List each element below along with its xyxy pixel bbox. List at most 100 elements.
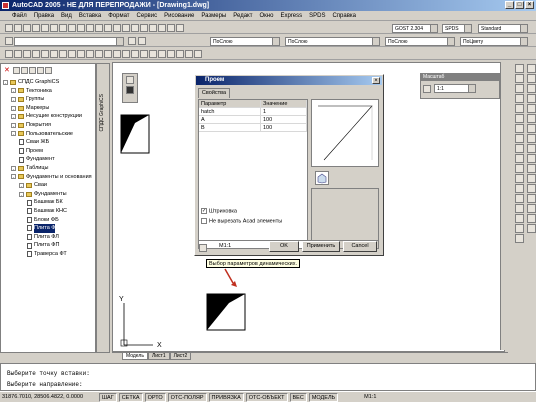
- polygon-icon[interactable]: [515, 94, 524, 103]
- zoom-prev-icon[interactable]: [139, 24, 148, 32]
- print-icon[interactable]: [31, 24, 40, 32]
- expand-icon[interactable]: -: [11, 165, 16, 171]
- revcloud-icon[interactable]: [515, 134, 524, 143]
- cut-icon[interactable]: [58, 24, 67, 32]
- status-toggle[interactable]: ОТС-ОБЪЕКТ: [245, 392, 288, 402]
- tool-13-icon[interactable]: [112, 50, 121, 58]
- tree-item[interactable]: - Фундаменты: [3, 190, 95, 199]
- line-icon[interactable]: [515, 64, 524, 73]
- block-icon[interactable]: [515, 184, 524, 193]
- tree-item[interactable]: Траверса ФТ: [3, 250, 95, 259]
- extend-icon[interactable]: [527, 164, 536, 173]
- apply-button[interactable]: Применить: [302, 241, 340, 252]
- menu-item-8[interactable]: Редакт: [233, 13, 252, 19]
- expand-icon[interactable]: -: [19, 182, 24, 188]
- value-cell[interactable]: 100: [261, 124, 307, 131]
- tool-6-icon[interactable]: [49, 50, 58, 58]
- status-toggle[interactable]: ВЕС: [289, 392, 307, 402]
- tree-item[interactable]: Плита Ф: [3, 224, 95, 233]
- tool-20-icon[interactable]: [175, 50, 184, 58]
- offset-icon[interactable]: [527, 94, 536, 103]
- tree-item[interactable]: - Фундаменты и основания: [3, 173, 95, 182]
- mirror-icon[interactable]: [527, 84, 536, 93]
- tree-item[interactable]: Плита ФЛ: [3, 233, 95, 242]
- tree-item[interactable]: Фундамент: [3, 155, 95, 164]
- tool-3-icon[interactable]: [22, 50, 31, 58]
- menu-item-1[interactable]: Правка: [34, 13, 54, 19]
- tab-sheet1[interactable]: Лист1: [147, 352, 170, 360]
- expand-icon[interactable]: -: [11, 96, 16, 102]
- tool-9-icon[interactable]: [76, 50, 85, 58]
- palette-tool-1-icon[interactable]: [13, 67, 20, 74]
- color-select[interactable]: ПоСлою: [210, 37, 280, 46]
- tree-item[interactable]: - Несущие конструкции: [3, 112, 95, 121]
- tree-item[interactable]: - Маркеры: [3, 104, 95, 113]
- nocut-checkbox[interactable]: [201, 218, 207, 224]
- tool-1-icon[interactable]: [4, 50, 13, 58]
- status-toggle[interactable]: ОТС-ПОЛЯР: [167, 392, 207, 402]
- zoom-scale-icon[interactable]: [209, 244, 217, 252]
- grid-row[interactable]: A 100: [199, 116, 307, 124]
- array-icon[interactable]: [527, 104, 536, 113]
- undo-icon[interactable]: [94, 24, 103, 32]
- menu-item-0[interactable]: Файл: [12, 13, 27, 19]
- paste-icon[interactable]: [76, 24, 85, 32]
- dialog-close-button[interactable]: ×: [372, 77, 380, 84]
- open-icon[interactable]: [13, 24, 22, 32]
- menu-item-7[interactable]: Размеры: [201, 13, 226, 19]
- hatch-checkbox[interactable]: ✓: [201, 208, 207, 214]
- tool-2-icon[interactable]: [13, 50, 22, 58]
- linetype-select[interactable]: ПоСлою: [285, 37, 380, 46]
- lineweight-select[interactable]: ПоСлою: [385, 37, 455, 46]
- zoom-window-icon[interactable]: [130, 24, 139, 32]
- tree-item[interactable]: - Покрытия: [3, 121, 95, 130]
- dimstyle-select[interactable]: GOST 2.304: [392, 24, 438, 33]
- scale-icon[interactable]: [527, 134, 536, 143]
- xline-icon[interactable]: [515, 74, 524, 83]
- palette-tool-3-icon[interactable]: [29, 67, 36, 74]
- tool-22-icon[interactable]: [193, 50, 202, 58]
- arc-icon[interactable]: [515, 114, 524, 123]
- palette-tool-5-icon[interactable]: [45, 67, 52, 74]
- expand-icon[interactable]: -: [11, 88, 16, 94]
- expand-icon[interactable]: -: [19, 191, 24, 197]
- ellipse-icon[interactable]: [515, 154, 524, 163]
- palette-tool-2-icon[interactable]: [21, 67, 28, 74]
- palette-close-icon[interactable]: ✕: [4, 66, 10, 74]
- tool-5-icon[interactable]: [40, 50, 49, 58]
- redo-icon[interactable]: [103, 24, 112, 32]
- tree-item[interactable]: Плита ФП: [3, 241, 95, 250]
- copy-icon[interactable]: [527, 74, 536, 83]
- tool-palette-icon[interactable]: [166, 24, 175, 32]
- status-toggle[interactable]: ОРТО: [144, 392, 166, 402]
- tool-4-icon[interactable]: [31, 50, 40, 58]
- plotstyle-select[interactable]: ПоЦвету: [460, 37, 528, 46]
- tree-item[interactable]: - СПДС GraphiCS: [3, 78, 95, 87]
- tool-12-icon[interactable]: [103, 50, 112, 58]
- masshtab-icon[interactable]: [423, 85, 431, 93]
- match-icon[interactable]: [85, 24, 94, 32]
- circle-icon[interactable]: [515, 124, 524, 133]
- floating-tool-1-icon[interactable]: [126, 76, 134, 84]
- help-icon[interactable]: [199, 244, 207, 252]
- tab-properties[interactable]: Свойства: [198, 88, 230, 98]
- menu-item-5[interactable]: Сервис: [137, 13, 158, 19]
- menu-item-3[interactable]: Вставка: [79, 13, 101, 19]
- cancel-button[interactable]: Cancel: [343, 241, 377, 252]
- trim-icon[interactable]: [527, 154, 536, 163]
- expand-icon[interactable]: -: [11, 114, 16, 120]
- menu-item-10[interactable]: Express: [280, 13, 302, 19]
- tool-19-icon[interactable]: [166, 50, 175, 58]
- break-at-icon[interactable]: [527, 184, 536, 193]
- masshtab-select[interactable]: 1:1: [434, 84, 476, 93]
- tree-item[interactable]: Блоки ФБ: [3, 216, 95, 225]
- erase-icon[interactable]: [527, 64, 536, 73]
- mtext-icon[interactable]: [515, 234, 524, 243]
- palette-side-tab[interactable]: СПДС GraphiCS: [96, 63, 110, 353]
- command-window[interactable]: Выберите точку вставки: Выберите направл…: [0, 363, 536, 391]
- table-icon[interactable]: [515, 224, 524, 233]
- tool-8-icon[interactable]: [67, 50, 76, 58]
- spline-icon[interactable]: [515, 144, 524, 153]
- textstyle-select[interactable]: Standard: [478, 24, 528, 33]
- value-cell[interactable]: 1: [261, 108, 307, 115]
